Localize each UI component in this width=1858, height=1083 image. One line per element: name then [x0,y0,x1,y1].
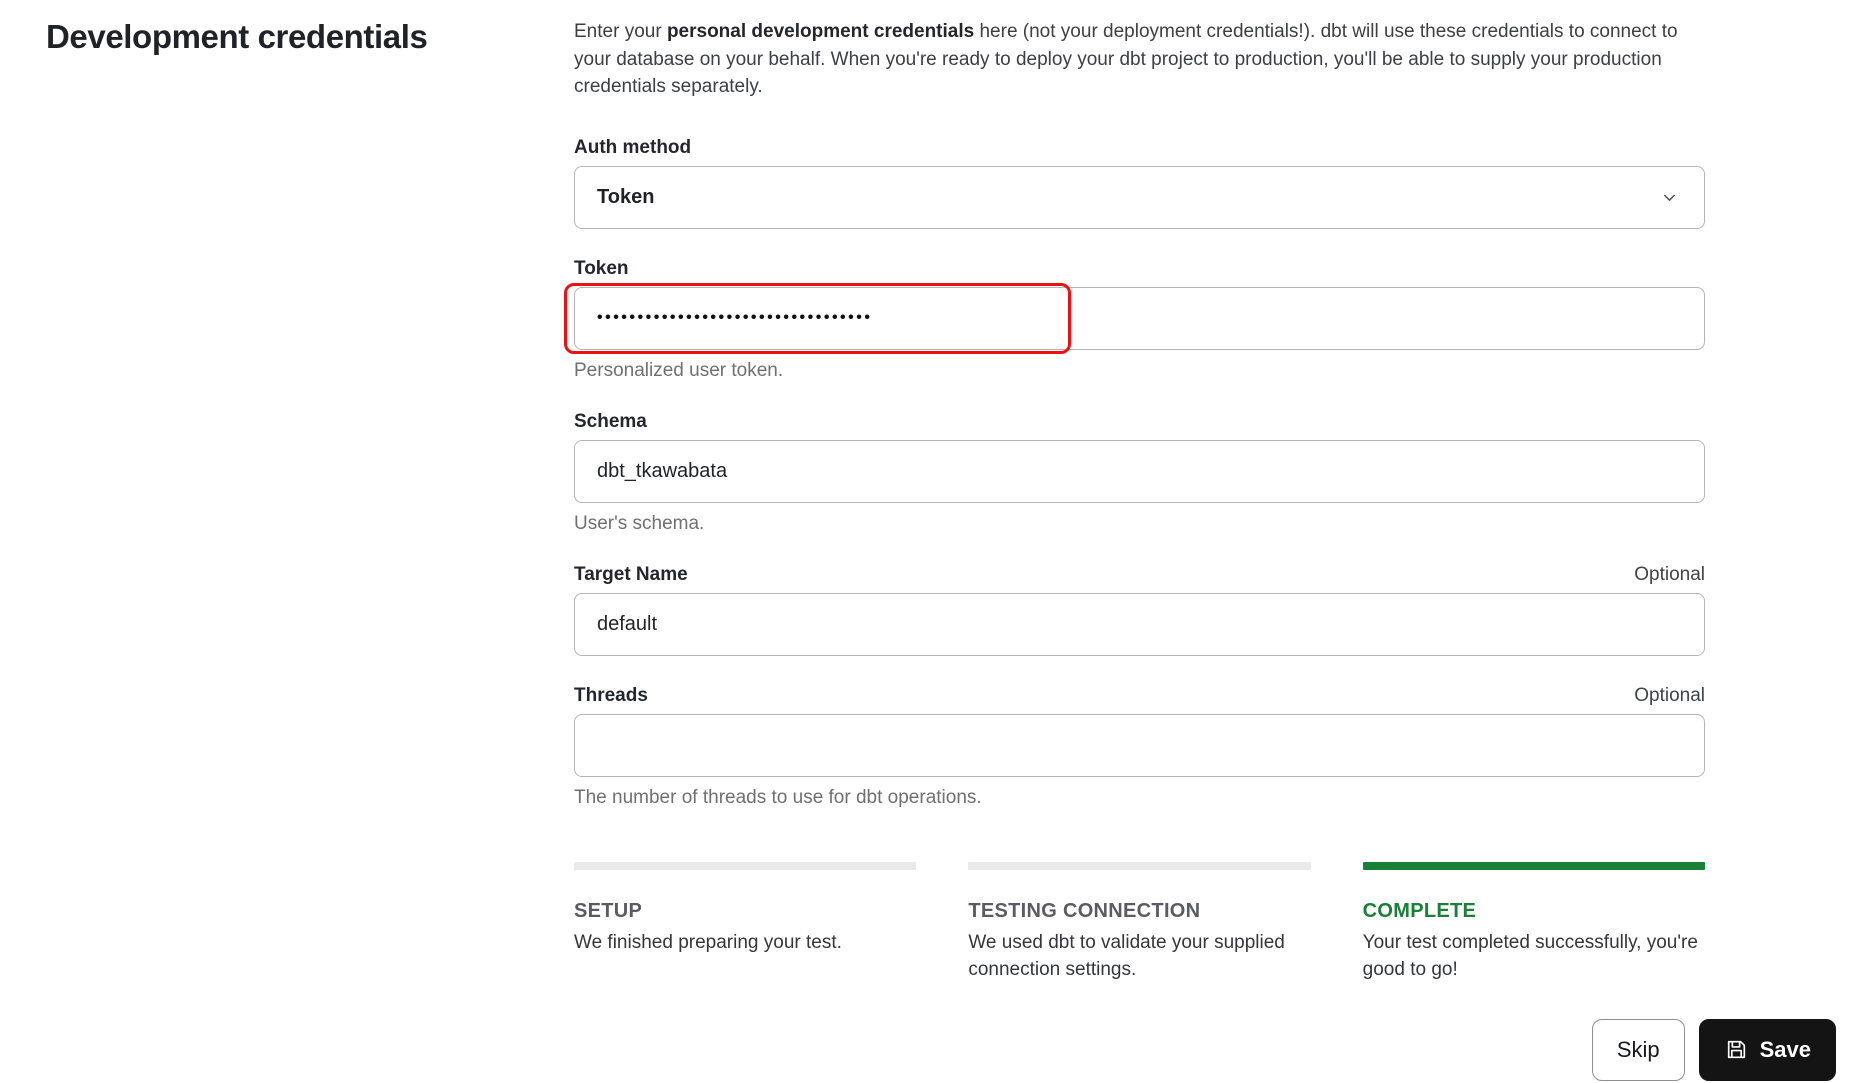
page-title: Development credentials [46,18,428,55]
step-complete-title: COMPLETE [1362,899,1477,922]
step-complete: COMPLETE Your test completed successfull… [1362,861,1705,983]
form-actions: Skip Save [0,1018,1858,1081]
step-testing-title: TESTING CONNECTION [968,899,1201,922]
chevron-down-icon [1661,189,1682,206]
threads-label-row: Threads Optional [574,685,1705,707]
step-testing-connection: TESTING CONNECTION We used dbt to valida… [968,861,1311,983]
section-description: Enter your personal development credenti… [574,18,1705,101]
floppy-disk-icon [1724,1037,1749,1062]
step-complete-description: Your test completed successfully, you're… [1362,931,1698,980]
description-bold: personal development credentials [666,21,975,42]
target-name-label-row: Target Name Optional [574,564,1705,586]
step-setup-progress-bar [574,861,917,870]
auth-method-selected-value: Token [597,185,655,208]
auth-method-label: Auth method [574,136,692,158]
token-input[interactable] [574,286,1705,350]
step-setup: SETUP We finished preparing your test. [574,861,917,983]
token-field-wrapper [564,282,1705,354]
save-button[interactable]: Save [1698,1018,1836,1081]
skip-button[interactable]: Skip [1591,1018,1685,1081]
step-testing-description: We used dbt to validate your supplied co… [968,931,1285,980]
schema-helper-text: User's schema. [574,512,705,534]
development-credentials-section: Development credentials Enter your perso… [0,0,1858,983]
connection-test-steps: SETUP We finished preparing your test. T… [574,861,1705,983]
schema-input[interactable] [574,439,1705,503]
step-complete-progress-bar [1362,861,1705,870]
credentials-form: Enter your personal development credenti… [564,16,1705,983]
threads-optional-tag: Optional [1634,684,1705,706]
section-title-column: Development credentials [0,16,574,983]
save-button-label: Save [1759,1036,1811,1062]
schema-label: Schema [574,410,647,432]
step-setup-title: SETUP [574,899,643,922]
step-testing-progress-bar [968,861,1311,870]
auth-method-select[interactable]: Token [574,165,1705,229]
target-name-optional-tag: Optional [1634,563,1705,585]
target-name-label: Target Name [574,563,688,585]
threads-label: Threads [574,684,648,706]
token-label: Token [574,257,629,279]
step-setup-description: We finished preparing your test. [574,931,842,953]
target-name-input[interactable] [574,592,1705,656]
threads-input[interactable] [574,713,1705,777]
threads-helper-text: The number of threads to use for dbt ope… [574,786,982,808]
description-prefix: Enter your [574,21,667,42]
token-helper-text: Personalized user token. [574,359,784,381]
